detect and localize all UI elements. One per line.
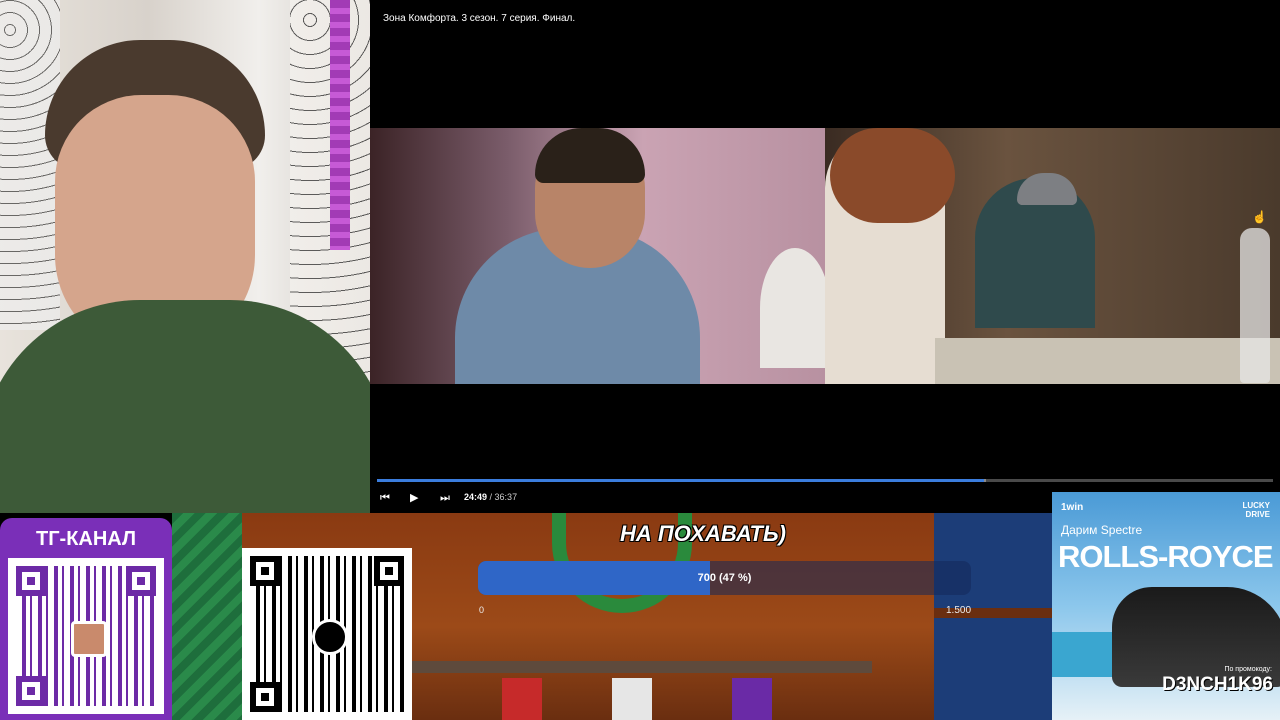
donation-goal-bar: 700 (47 %)	[478, 561, 971, 595]
donation-goal-min: 0	[479, 605, 485, 615]
ad-headline: Дарим Spectre	[1061, 523, 1143, 537]
time-separator: /	[487, 492, 495, 502]
next-track-icon[interactable]: ⏭	[440, 491, 450, 505]
telegram-title: ТГ-КАНАЛ	[35, 528, 137, 550]
donation-goal-title: НА ПОХАВАТЬ)	[620, 521, 786, 546]
hand-cursor-icon: ☝	[1252, 210, 1267, 224]
progress-bar[interactable]	[377, 479, 1273, 482]
donation-goal-max: 1.500	[946, 605, 972, 616]
streamer-sweater	[0, 300, 370, 513]
qr-finder	[16, 566, 46, 596]
qr-logo-icon	[312, 619, 348, 655]
stocking	[732, 678, 772, 720]
play-icon[interactable]: ▶	[410, 491, 418, 505]
stocking	[502, 678, 542, 720]
qr-finder	[374, 556, 404, 586]
time-display: 24:49 / 36:37	[464, 492, 517, 502]
ad-promo-label: По промокоду:	[1224, 666, 1272, 673]
dinner-table	[935, 338, 1280, 384]
lamp	[760, 248, 830, 368]
sponsor-ad[interactable]: 1win LUCKY DRIVE Дарим Spectre ROLLS-ROY…	[1052, 492, 1280, 720]
progress-played	[377, 479, 985, 482]
man-hair	[535, 128, 645, 183]
ad-partner-logo: LUCKY DRIVE	[1242, 501, 1270, 519]
pixel-shelf	[412, 661, 872, 673]
video-player[interactable]: Зона Комфорта. 3 сезон. 7 серия. Финал. …	[370, 0, 1280, 513]
qr-finder	[126, 566, 156, 596]
qr-finder	[16, 676, 46, 706]
donation-goal-label: 700 (47 %)	[697, 572, 752, 584]
scene-right-panel	[825, 128, 1280, 384]
telegram-panel: ТГ-КАНАЛ	[0, 518, 172, 720]
webcam-feed	[0, 0, 370, 513]
ad-title: ROLLS-ROYCE	[1058, 539, 1274, 574]
video-frame[interactable]	[370, 128, 1280, 384]
qr-finder	[250, 556, 280, 586]
video-title: Зона Комфорта. 3 сезон. 7 серия. Финал.	[383, 13, 576, 24]
tinsel-decoration	[330, 0, 350, 250]
donation-qr-code[interactable]	[242, 548, 412, 720]
pixel-tree	[172, 513, 242, 720]
time-total: / 36:37	[487, 492, 518, 502]
scene-left-panel	[370, 128, 830, 384]
ad-promo-code: D3NCH1K96	[1162, 674, 1273, 695]
ad-brand-logo: 1win	[1061, 502, 1084, 513]
woman-hair	[830, 128, 955, 223]
time-current: 24:49	[464, 492, 488, 502]
stocking	[612, 678, 652, 720]
qr-avatar	[71, 621, 107, 657]
telegram-qr-code[interactable]	[8, 558, 164, 714]
wall-pattern	[0, 0, 60, 330]
previous-track-icon[interactable]: ⏮	[380, 491, 390, 505]
bottle	[1240, 228, 1270, 383]
qr-finder	[250, 682, 280, 712]
time-total-value: 36:37	[494, 492, 518, 502]
